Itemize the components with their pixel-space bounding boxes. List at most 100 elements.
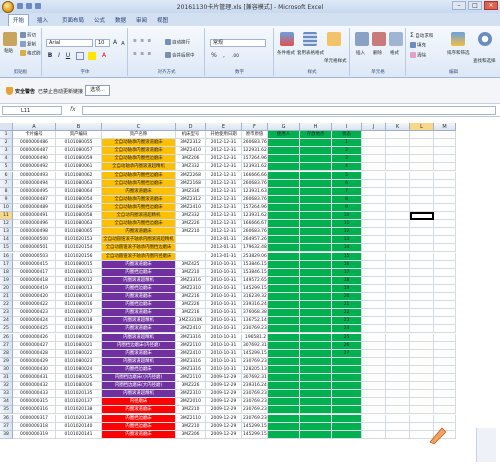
table-cell[interactable] <box>434 228 456 237</box>
row-header[interactable]: 37 <box>0 422 13 431</box>
table-cell[interactable] <box>268 325 300 334</box>
table-cell[interactable] <box>434 398 456 407</box>
table-cell[interactable]: 2012-12-31 <box>206 179 242 188</box>
table-cell[interactable]: 230769.23 <box>242 325 268 334</box>
table-cell[interactable]: 2009-12-29 <box>206 414 242 423</box>
table-cell[interactable] <box>362 293 386 302</box>
table-cell[interactable]: 内圈滚道超精机 <box>102 276 176 285</box>
delete-cells-icon[interactable] <box>372 32 386 46</box>
table-cell[interactable]: 21 <box>332 301 362 310</box>
column-header-m[interactable]: M <box>434 123 456 131</box>
table-cell[interactable] <box>386 357 410 366</box>
row-header[interactable]: 4 <box>0 155 13 164</box>
table-cell[interactable]: 0101080061 <box>56 163 102 172</box>
table-cell[interactable] <box>300 139 332 148</box>
row-header[interactable]: 26 <box>0 333 13 342</box>
table-cell[interactable] <box>362 406 386 415</box>
table-cell[interactable]: 230769.23 <box>242 406 268 415</box>
table-cell[interactable] <box>434 163 456 172</box>
table-cell[interactable] <box>410 195 434 204</box>
table-cell[interactable]: 0101080022 <box>56 349 102 358</box>
table-cell[interactable]: 2012-12-31 <box>206 155 242 164</box>
table-cell[interactable] <box>386 228 410 237</box>
table-cell[interactable]: 全自动轴承内圈滚道磨床 <box>102 147 176 156</box>
table-cell[interactable] <box>434 268 456 277</box>
table-cell[interactable] <box>386 301 410 310</box>
table-cell[interactable]: 3MZ210 <box>176 228 206 237</box>
select-all-corner[interactable] <box>0 123 13 131</box>
table-cell[interactable] <box>176 244 206 253</box>
table-cell[interactable]: 253829.06 <box>242 252 268 261</box>
row-header[interactable]: 25 <box>0 325 13 334</box>
table-cell[interactable] <box>386 139 410 148</box>
table-cell[interactable]: 4 <box>332 163 362 172</box>
header-cell[interactable]: 资产编码 <box>56 131 102 140</box>
name-box[interactable]: L11 <box>2 106 62 115</box>
column-header-j[interactable]: J <box>362 123 386 131</box>
table-cell[interactable] <box>410 293 434 302</box>
row-header[interactable]: 12 <box>0 220 13 229</box>
row-header[interactable]: 2 <box>0 139 13 148</box>
table-cell[interactable] <box>268 382 300 391</box>
row-header[interactable]: 15 <box>0 244 13 253</box>
table-cell[interactable]: 0000000491 <box>13 212 56 221</box>
table-cell[interactable] <box>434 365 456 374</box>
table-cell[interactable]: 0101080026 <box>56 382 102 391</box>
table-cell[interactable] <box>434 155 456 164</box>
font-size-combo[interactable]: 10 <box>95 39 110 47</box>
table-cell[interactable]: 3 <box>332 155 362 164</box>
table-cell[interactable] <box>268 155 300 164</box>
table-cell[interactable] <box>268 398 300 407</box>
table-cell[interactable]: 0000000426 <box>13 333 56 342</box>
table-cell[interactable] <box>410 147 434 156</box>
table-cell[interactable] <box>332 357 362 366</box>
table-cell[interactable] <box>386 365 410 374</box>
table-cell[interactable]: 2010-10-31 <box>206 309 242 318</box>
table-cell[interactable] <box>300 203 332 212</box>
table-cell[interactable]: 196581.2 <box>242 333 268 342</box>
table-cell[interactable] <box>410 357 434 366</box>
align-top-icon[interactable]: ≡ ≡ ≡ <box>133 39 152 44</box>
table-cell[interactable]: 19 <box>332 284 362 293</box>
table-cell[interactable]: 260683.76 <box>242 228 268 237</box>
table-cell[interactable]: 3MZ3316 <box>176 365 206 374</box>
table-cell[interactable]: 内圈滚道磨床 <box>102 406 176 415</box>
table-cell[interactable]: 0101080021 <box>56 341 102 350</box>
table-cell[interactable] <box>410 236 434 245</box>
table-cell[interactable]: 0101080015 <box>56 260 102 269</box>
table-cell[interactable] <box>434 349 456 358</box>
table-cell[interactable]: 0000000494 <box>13 179 56 188</box>
grow-font-button[interactable]: A <box>111 39 119 47</box>
table-cell[interactable]: 0000000425 <box>13 325 56 334</box>
row-header[interactable]: 19 <box>0 276 13 285</box>
table-cell[interactable]: 153846.15 <box>242 268 268 277</box>
table-cell[interactable] <box>386 195 410 204</box>
header-cell[interactable]: 开始使用日期 <box>206 131 242 140</box>
table-cell[interactable] <box>268 203 300 212</box>
find-icon[interactable] <box>478 32 492 46</box>
header-cell[interactable]: 卡片编号 <box>13 131 56 140</box>
table-cell[interactable]: 2010-10-31 <box>206 365 242 374</box>
table-cell[interactable]: 0101080062 <box>56 171 102 180</box>
table-cell[interactable]: 2010-10-31 <box>206 301 242 310</box>
table-cell[interactable] <box>410 284 434 293</box>
table-cell[interactable] <box>300 414 332 423</box>
table-cell[interactable]: 0101080065 <box>56 228 102 237</box>
table-cell[interactable]: 2 <box>332 147 362 156</box>
table-cell[interactable] <box>268 317 300 326</box>
table-cell[interactable]: 145299.15 <box>242 422 268 431</box>
table-cell[interactable] <box>410 268 434 277</box>
table-cell[interactable] <box>410 163 434 172</box>
table-cell[interactable]: 内圈滚道磨床 <box>102 325 176 334</box>
table-cell[interactable] <box>434 293 456 302</box>
table-cell[interactable]: 2009-12-29 <box>206 398 242 407</box>
sort-filter-icon[interactable] <box>451 32 465 46</box>
table-cell[interactable] <box>300 244 332 253</box>
table-cell[interactable]: 2010-10-31 <box>206 357 242 366</box>
table-cell[interactable] <box>386 422 410 431</box>
table-cell[interactable]: 内圈滚道磨床 <box>102 430 176 439</box>
table-cell[interactable]: 全自动轴承内圈滚道磨床 <box>102 139 176 148</box>
table-cell[interactable]: 2009-12-29 <box>206 390 242 399</box>
table-cell[interactable]: 3MZ210 <box>176 406 206 415</box>
formula-input[interactable] <box>82 106 496 115</box>
